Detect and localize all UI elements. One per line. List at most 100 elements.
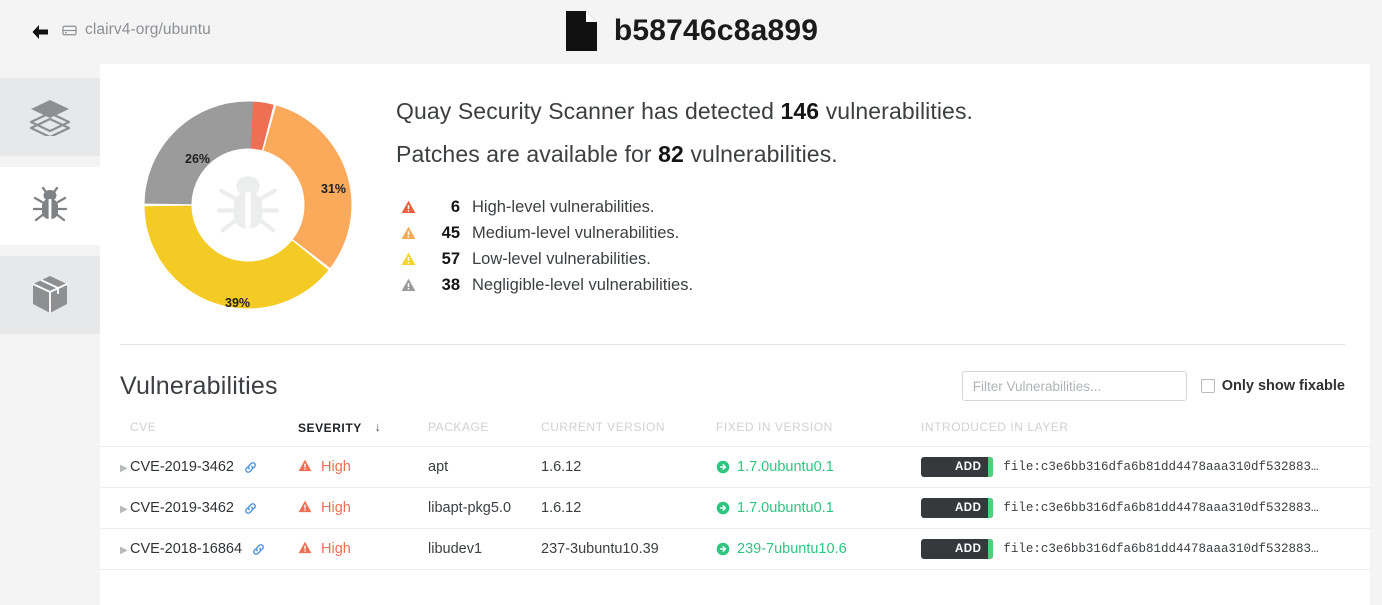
fixed-version-cell: 1.7.0ubuntu0.1 [716, 446, 921, 488]
severity-label-high: High-level vulnerabilities. [472, 197, 655, 216]
column-header-package[interactable]: PACKAGE [428, 419, 541, 447]
cve-id[interactable]: CVE-2018-16864 [130, 541, 242, 557]
warning-triangle-icon [298, 500, 312, 517]
cve-cell: CVE-2019-3462 [130, 446, 298, 488]
layer-cell: ADD file:c3e6bb316dfa6b81dd4478aaa310df5… [921, 528, 1370, 570]
severity-label-low: Low-level vulnerabilities. [472, 249, 651, 268]
detected-suffix: vulnerabilities. [825, 98, 974, 124]
severity-label-medium: Medium-level vulnerabilities. [472, 223, 680, 242]
chevron-right-icon[interactable]: ▶ [120, 545, 128, 556]
table-header-row: CVE SEVERITY ↓ PACKAGE CURRENT VERSION F… [100, 419, 1370, 447]
cve-id[interactable]: CVE-2019-3462 [130, 459, 234, 475]
sidebar-item-image-layers[interactable] [0, 78, 100, 156]
layer-command-badge: ADD [921, 498, 994, 518]
external-link-icon[interactable] [252, 543, 265, 556]
severity-row-medium: 45 Medium-level vulnerabilities. [398, 220, 1370, 246]
sidebar-item-security-scan[interactable] [0, 167, 100, 245]
severity-row-high: 6 High-level vulnerabilities. [398, 194, 1370, 220]
severity-row-low: 57 Low-level vulnerabilities. [398, 246, 1370, 272]
summary-text-block: Quay Security Scanner has detected 146 v… [396, 90, 1370, 310]
arrow-circle-right-icon [716, 542, 730, 556]
arrow-down-icon: ↓ [374, 419, 382, 434]
current-version-cell: 1.6.12 [541, 446, 716, 488]
cve-cell: CVE-2019-3462 [130, 487, 298, 529]
fixed-version-cell: 239-7ubuntu10.6 [716, 528, 921, 570]
detected-count: 146 [780, 98, 820, 124]
layer-cell: ADD file:c3e6bb316dfa6b81dd4478aaa310df5… [921, 487, 1370, 529]
column-header-introduced-in-layer[interactable]: INTRODUCED IN LAYER [921, 419, 1370, 447]
fixed-version-value: 1.7.0ubuntu0.1 [737, 459, 834, 475]
severity-row-negligible: 38 Negligible-level vulnerabilities. [398, 272, 1370, 298]
arrow-circle-right-icon [716, 460, 730, 474]
main-content: 31% 39% 26% Quay Security Scanner has de… [100, 64, 1370, 605]
layer-command-badge: ADD [921, 539, 994, 559]
layer-command-badge: ADD [921, 457, 994, 477]
vulnerabilities-header: Vulnerabilities Only show fixable [100, 345, 1370, 401]
cve-cell: CVE-2018-16864 [130, 528, 298, 570]
table-header: CVE SEVERITY ↓ PACKAGE CURRENT VERSION F… [100, 419, 1370, 447]
vulnerabilities-table: CVE SEVERITY ↓ PACKAGE CURRENT VERSION F… [100, 419, 1370, 570]
severity-cell: High [298, 446, 428, 488]
current-version-cell: 237-3ubuntu10.39 [541, 528, 716, 570]
row-expand-cell[interactable]: ▶ [100, 487, 130, 529]
table-row[interactable]: ▶ CVE-2019-3462 [100, 446, 1370, 488]
only-show-fixable-checkbox[interactable] [1200, 379, 1215, 393]
patches-prefix: Patches are available for [396, 141, 652, 167]
bug-icon [30, 187, 70, 225]
back-arrow-icon[interactable] [30, 22, 50, 42]
column-header-cve[interactable]: CVE [130, 419, 298, 447]
severity-value: High [321, 500, 351, 516]
layer-cell: ADD file:c3e6bb316dfa6b81dd4478aaa310df5… [921, 446, 1370, 488]
repository-icon [62, 23, 77, 38]
package-cell: libapt-pkg5.0 [428, 487, 541, 529]
donut-center-bug-icon [212, 169, 284, 241]
layer-digest: file:c3e6bb316dfa6b81dd4478aaa310df53288… [1003, 542, 1319, 556]
fixed-version-value: 239-7ubuntu10.6 [737, 541, 847, 557]
patches-headline: Patches are available for 82 vulnerabili… [396, 141, 1370, 168]
cve-id[interactable]: CVE-2019-3462 [130, 500, 234, 516]
severity-donut-chart: 31% 39% 26% [100, 90, 396, 310]
layer-digest: file:c3e6bb316dfa6b81dd4478aaa310df53288… [1003, 501, 1319, 515]
sidebar [0, 64, 100, 605]
severity-cell: High [298, 528, 428, 570]
fixed-version-value: 1.7.0ubuntu0.1 [737, 500, 834, 516]
scan-summary: 31% 39% 26% Quay Security Scanner has de… [100, 64, 1370, 310]
warning-triangle-icon [398, 200, 418, 214]
column-header-severity[interactable]: SEVERITY ↓ [298, 419, 428, 447]
warning-triangle-icon [298, 541, 312, 558]
breadcrumb[interactable]: clairv4-org/ubuntu [62, 21, 211, 39]
table-row[interactable]: ▶ CVE-2018-16864 High libudev1 237-3ubun… [100, 528, 1370, 570]
severity-cell: High [298, 487, 428, 529]
arrow-circle-right-icon [716, 501, 730, 515]
patches-suffix: vulnerabilities. [690, 141, 838, 167]
column-header-current-version[interactable]: CURRENT VERSION [541, 419, 716, 447]
file-icon [564, 10, 598, 52]
severity-count-low: 57 [441, 249, 460, 268]
package-cell: apt [428, 446, 541, 488]
column-header-fixed-in-version[interactable]: FIXED IN VERSION [716, 419, 921, 447]
table-row[interactable]: ▶ CVE-2019-3462 [100, 487, 1370, 529]
sidebar-gap-1 [0, 156, 100, 167]
column-expand [100, 419, 130, 447]
sidebar-item-packages[interactable] [0, 256, 100, 334]
warning-triangle-icon [398, 226, 418, 240]
donut-graphic: 31% 39% 26% [143, 100, 353, 310]
warning-triangle-icon [398, 252, 418, 266]
severity-label-negligible: Negligible-level vulnerabilities. [472, 275, 694, 294]
only-show-fixable-toggle[interactable]: Only show fixable [1200, 378, 1345, 394]
package-cell: libudev1 [428, 528, 541, 570]
severity-count-medium: 45 [441, 223, 460, 242]
chevron-right-icon[interactable]: ▶ [120, 504, 128, 515]
severity-value: High [321, 459, 351, 475]
donut-label-negligible: 26% [185, 152, 211, 166]
top-bar: clairv4-org/ubuntu b58746c8a899 [0, 0, 1382, 64]
row-expand-cell[interactable]: ▶ [100, 528, 130, 570]
current-version-cell: 1.6.12 [541, 487, 716, 529]
breadcrumb-label: clairv4-org/ubuntu [85, 21, 211, 38]
patches-count: 82 [658, 141, 684, 167]
external-link-icon[interactable] [244, 461, 257, 474]
chevron-right-icon[interactable]: ▶ [120, 463, 128, 474]
external-link-icon[interactable] [244, 502, 257, 515]
filter-vulnerabilities-input[interactable] [961, 371, 1187, 401]
row-expand-cell[interactable]: ▶ [100, 446, 130, 488]
